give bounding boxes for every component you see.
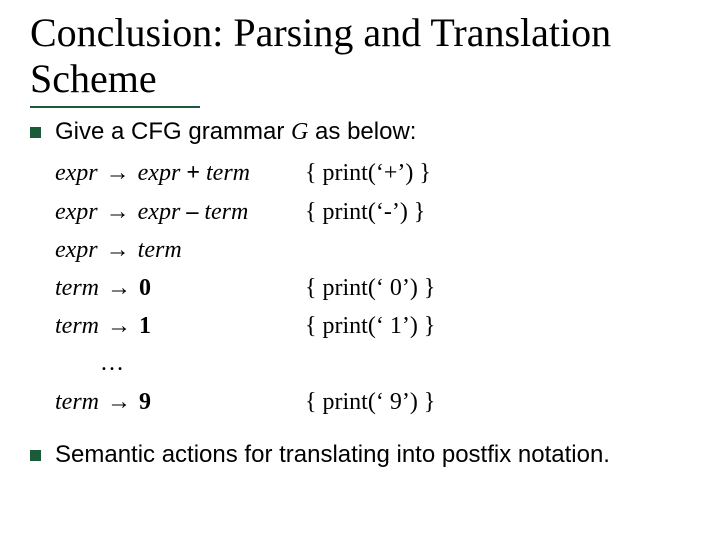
rule-nt: expr [55,237,98,263]
rule-3: expr → term [55,231,700,269]
rule-nt: expr [55,160,98,186]
rule-nt: term [55,313,99,339]
arrow-icon: → [105,274,133,301]
rule-op: – [180,199,204,225]
rule-terminal: 1 [139,313,151,339]
rule-nt: term [206,160,250,186]
slide-body: Give a CFG grammar G as below: expr → ex… [30,116,700,471]
square-bullet-icon [30,450,41,461]
arrow-icon: → [104,236,132,263]
rule-nt: term [55,389,99,415]
rule-2: expr → expr – term { print(‘-’) } [55,193,700,231]
bullet-1-grammar-symbol: G [291,119,308,145]
square-bullet-icon [30,127,41,138]
arrow-icon: → [104,198,132,225]
grammar-rules: expr → expr + term { print(‘+’) } expr →… [55,154,700,420]
slide: Conclusion: Parsing and Translation Sche… [0,0,720,540]
rule-op: + [180,160,206,186]
rule-3-production: expr → term [55,231,305,269]
bullet-1-prefix: Give a CFG grammar [55,118,291,145]
rule-2-action: { print(‘-’) } [305,194,425,231]
rule-nt: term [138,237,182,263]
rule-5-production: term → 1 [55,307,305,345]
rule-nt: term [55,275,99,301]
rule-1-production: expr → expr + term [55,154,305,192]
rule-last-production: term → 9 [55,383,305,421]
rule-4-production: term → 0 [55,269,305,307]
rule-terminal: 9 [139,389,151,415]
rule-1-action: { print(‘+’) } [305,155,431,192]
arrow-icon: → [105,388,133,415]
rule-4: term → 0 { print(‘ 0’) } [55,269,700,307]
rule-nt: term [204,199,248,225]
bullet-1: Give a CFG grammar G as below: [30,116,700,148]
title-underline [30,106,200,108]
rule-5: term → 1 { print(‘ 1’) } [55,307,700,345]
slide-title: Conclusion: Parsing and Translation Sche… [30,10,700,102]
rule-last-action: { print(‘ 9’) } [305,384,435,421]
rule-nt: expr [138,199,181,225]
arrow-icon: → [104,159,132,186]
rule-nt: expr [138,160,181,186]
arrow-icon: → [105,312,133,339]
rule-ellipsis: … [100,345,700,382]
rule-nt: expr [55,199,98,225]
rule-terminal: 0 [139,275,151,301]
rule-5-action: { print(‘ 1’) } [305,308,435,345]
bullet-2: Semantic actions for translating into po… [30,439,700,471]
bullet-2-text: Semantic actions for translating into po… [55,439,700,471]
bullet-1-suffix: as below: [308,118,416,145]
bullet-1-text: Give a CFG grammar G as below: [55,116,700,148]
rule-2-production: expr → expr – term [55,193,305,231]
rule-1: expr → expr + term { print(‘+’) } [55,154,700,192]
rule-4-action: { print(‘ 0’) } [305,270,435,307]
rule-last: term → 9 { print(‘ 9’) } [55,383,700,421]
